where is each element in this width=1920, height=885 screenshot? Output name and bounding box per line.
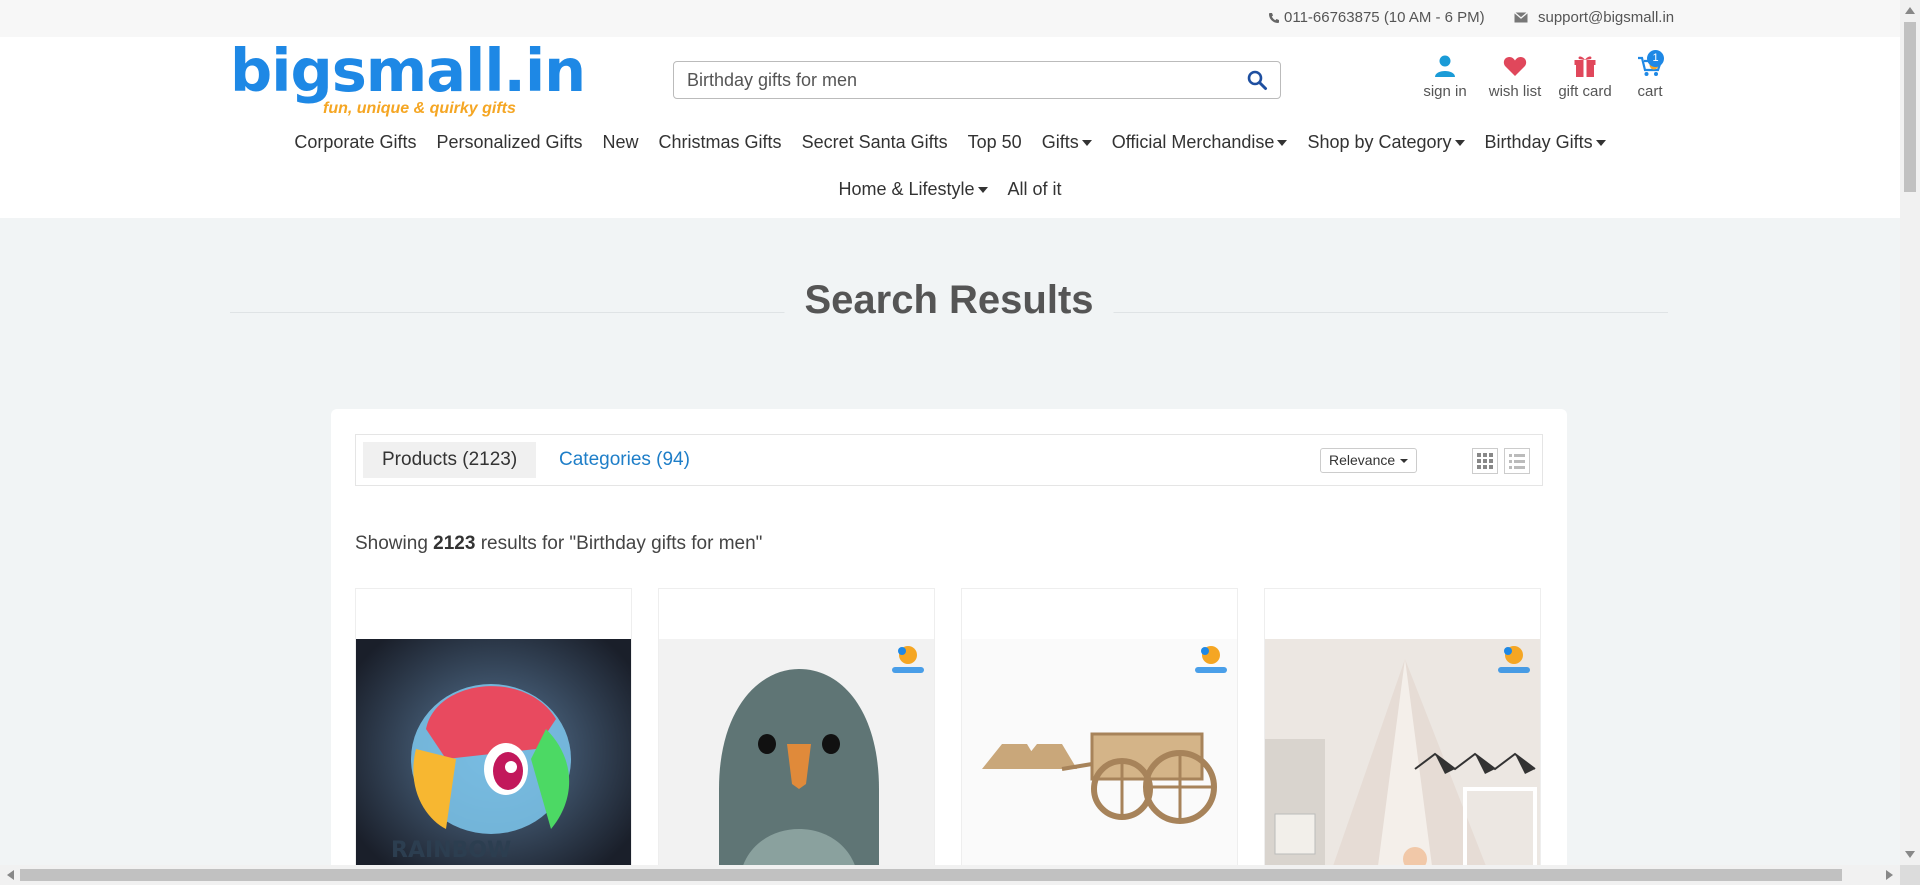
nav-gifts-dropdown[interactable]: Gifts — [1042, 132, 1092, 153]
sign-in-button[interactable]: sign in — [1410, 53, 1480, 100]
gift-icon — [1574, 56, 1596, 77]
sort-dropdown[interactable]: Relevance — [1320, 448, 1418, 473]
results-summary-suffix: results for "Birthday gifts for men" — [480, 533, 763, 554]
nav-top-50[interactable]: Top 50 — [968, 132, 1022, 153]
main-navigation: Corporate Gifts Personalized Gifts New C… — [0, 119, 1900, 213]
wish-list-button[interactable]: wish list — [1480, 53, 1550, 100]
logo-text: bigsmall.in — [230, 36, 586, 105]
cart-count-badge: 1 — [1647, 50, 1664, 67]
phone-contact[interactable]: 011-66763875 (10 AM - 6 PM) — [1268, 9, 1485, 26]
nav-label: Corporate Gifts — [294, 132, 417, 152]
nav-official-merchandise-dropdown[interactable]: Official Merchandise — [1112, 132, 1288, 153]
svg-text:RAINBOW: RAINBOW — [391, 838, 511, 863]
wish-list-label: wish list — [1488, 83, 1542, 100]
gift-card-label: gift card — [1558, 83, 1612, 100]
tab-products[interactable]: Products (2123) — [363, 442, 537, 478]
bigsmall-watermark-icon — [1195, 646, 1227, 673]
caret-down-icon — [1277, 139, 1288, 146]
nav-label: Secret Santa Gifts — [801, 132, 948, 152]
phone-number: 011-66763875 (10 AM - 6 PM) — [1284, 9, 1485, 26]
tab-categories[interactable]: Categories (94) — [540, 442, 709, 478]
top-contact-bar: 011-66763875 (10 AM - 6 PM) support@bigs… — [0, 0, 1900, 37]
gift-card-button[interactable]: gift card — [1550, 53, 1620, 100]
product-card[interactable] — [658, 588, 935, 885]
search-input[interactable] — [674, 62, 1214, 98]
sign-in-label: sign in — [1423, 83, 1467, 100]
page-title-section: Search Results — [230, 278, 1668, 328]
list-view-button[interactable] — [1504, 448, 1530, 474]
email-contact[interactable]: support@bigsmall.in — [1514, 9, 1674, 26]
email-address: support@bigsmall.in — [1538, 9, 1675, 26]
scrollbar-corner — [1900, 865, 1920, 885]
caret-down-icon — [977, 186, 988, 193]
nav-label: Gifts — [1041, 132, 1079, 152]
caret-down-icon — [1595, 139, 1606, 146]
nav-birthday-gifts-dropdown[interactable]: Birthday Gifts — [1485, 132, 1606, 153]
horizontal-scrollbar-thumb[interactable] — [20, 869, 1842, 881]
nav-label: New — [602, 132, 639, 152]
nav-row-secondary: Home & Lifestyle All of it — [0, 166, 1900, 213]
scroll-down-arrow-icon[interactable] — [1905, 851, 1915, 859]
grid-view-button[interactable] — [1472, 448, 1498, 474]
scroll-left-arrow-icon[interactable] — [6, 870, 14, 880]
nav-label: All of it — [1007, 179, 1062, 199]
search-bar — [673, 61, 1281, 99]
cart-button[interactable]: 1 cart — [1620, 50, 1680, 100]
caret-down-icon — [1400, 458, 1409, 463]
nav-label: Personalized Gifts — [436, 132, 583, 152]
product-card[interactable] — [1264, 588, 1541, 885]
vertical-scrollbar-thumb[interactable] — [1904, 22, 1916, 192]
nav-label: Christmas Gifts — [658, 132, 782, 152]
results-tabs-bar: Products (2123) Categories (94) Relevanc… — [355, 434, 1543, 486]
grid-view-icon — [1477, 453, 1493, 469]
cart-label: cart — [1637, 83, 1663, 100]
nav-all-of-it[interactable]: All of it — [1008, 179, 1062, 200]
header-actions: sign in wish list gift card 1 cart — [1410, 50, 1680, 100]
nav-label: Top 50 — [967, 132, 1022, 152]
product-card[interactable]: RAINBOW — [355, 588, 632, 885]
page-title: Search Results — [784, 278, 1114, 323]
product-card[interactable] — [961, 588, 1238, 885]
caret-down-icon — [1454, 139, 1465, 146]
bigsmall-watermark-icon — [892, 646, 924, 673]
results-summary: Showing 2123 results for "Birthday gifts… — [355, 533, 762, 555]
scroll-up-arrow-icon[interactable] — [1905, 6, 1915, 14]
nav-christmas-gifts[interactable]: Christmas Gifts — [659, 132, 782, 153]
site-header: bigsmall.in fun, unique & quirky gifts s… — [0, 37, 1900, 218]
phone-icon — [1269, 12, 1279, 23]
nav-label: Home & Lifestyle — [838, 179, 975, 199]
product-grid: RAINBOW — [355, 588, 1543, 885]
vertical-scrollbar[interactable] — [1900, 0, 1920, 865]
bigsmall-watermark-icon — [1498, 646, 1530, 673]
nav-personalized-gifts[interactable]: Personalized Gifts — [436, 132, 582, 153]
search-icon[interactable] — [1246, 69, 1268, 91]
envelope-icon — [1514, 12, 1528, 23]
rainbow-pony-lamp-image[interactable]: RAINBOW — [356, 639, 632, 885]
sort-label: Relevance — [1329, 452, 1396, 468]
nav-shop-by-category-dropdown[interactable]: Shop by Category — [1307, 132, 1465, 153]
nav-home-lifestyle-dropdown[interactable]: Home & Lifestyle — [838, 179, 988, 200]
nav-label: Official Merchandise — [1111, 132, 1275, 152]
nav-secret-santa-gifts[interactable]: Secret Santa Gifts — [802, 132, 948, 153]
caret-down-icon — [1081, 139, 1092, 146]
list-view-icon — [1509, 454, 1525, 469]
user-icon — [1435, 55, 1455, 77]
nav-corporate-gifts[interactable]: Corporate Gifts — [294, 132, 416, 153]
site-logo[interactable]: bigsmall.in fun, unique & quirky gifts — [230, 36, 586, 119]
nav-label: Birthday Gifts — [1484, 132, 1593, 152]
search-results-panel: Products (2123) Categories (94) Relevanc… — [331, 409, 1567, 885]
results-count: 2123 — [433, 533, 476, 554]
nav-new[interactable]: New — [603, 132, 639, 153]
nav-row-primary: Corporate Gifts Personalized Gifts New C… — [0, 119, 1900, 166]
nav-label: Shop by Category — [1307, 132, 1452, 152]
scroll-right-arrow-icon[interactable] — [1886, 870, 1894, 880]
horizontal-scrollbar[interactable] — [0, 865, 1900, 885]
heart-icon — [1503, 56, 1527, 76]
results-summary-prefix: Showing — [355, 533, 428, 554]
logo-tagline: fun, unique & quirky gifts — [323, 100, 516, 117]
